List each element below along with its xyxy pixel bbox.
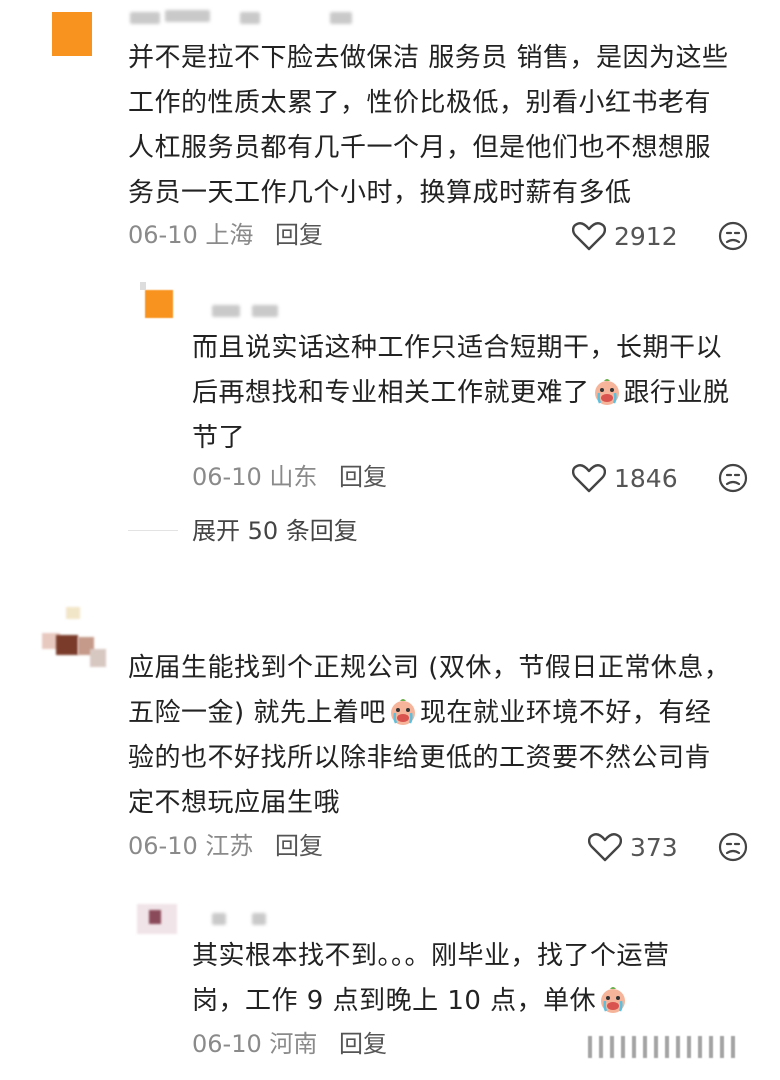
crying-emoji-icon [594, 379, 619, 405]
comment-location: 上海 [205, 221, 254, 249]
username[interactable] [130, 12, 160, 24]
comment-location: 山东 [269, 463, 318, 491]
like-count: 373 [630, 832, 678, 862]
comment-segment: 现在就业环境不好，有经 [419, 698, 712, 728]
username[interactable] [165, 10, 210, 22]
comment-line: 验的也不好找所以除非给更低的工资要不然公司肯 [128, 743, 712, 773]
crying-emoji-icon [601, 987, 626, 1013]
like-count: 2912 [614, 221, 678, 251]
comment-meta: 06-10 上海 回复 [128, 218, 323, 252]
avatar[interactable] [38, 8, 100, 58]
comment-line: 后再想找和专业相关工作就更难了 跟行业脱 [192, 371, 762, 416]
like-button[interactable]: 373 [588, 827, 678, 867]
comment-line: 人杠服务员都有几千一个月，但是他们也不想想服 [128, 133, 712, 163]
username[interactable] [212, 305, 240, 317]
comment-segment: 岗，工作 9 点到晚上 10 点，单休 [192, 986, 597, 1016]
comment-line: 并不是拉不下脸去做保洁 服务员 销售，是因为这些 [128, 43, 729, 73]
watermark [588, 1030, 748, 1062]
reply-button[interactable]: 回复 [275, 832, 323, 860]
comment-date: 06-10 [192, 463, 262, 491]
comment-location: 河南 [269, 1030, 318, 1058]
heart-outline-icon [572, 222, 606, 251]
comment-line: 五险一金) 就先上着吧 现在就业环境不好，有经 [128, 691, 768, 736]
username[interactable] [330, 12, 352, 24]
avatar[interactable] [135, 896, 185, 940]
like-button[interactable]: 1846 [572, 458, 678, 498]
comment-line: 而且说实话这种工作只适合短期干，长期干以 [192, 333, 723, 363]
unhappy-face-icon[interactable] [718, 463, 748, 493]
comment-text: 而且说实话这种工作只适合短期干，长期干以 后再想找和专业相关工作就更难了 跟行业脱… [192, 326, 762, 461]
avatar[interactable] [135, 280, 185, 324]
comment-location: 江苏 [205, 832, 254, 860]
comment-meta: 06-10 山东 回复 [192, 460, 387, 494]
comment-line: 节了 [192, 423, 246, 453]
unhappy-face-icon[interactable] [718, 221, 748, 251]
heart-outline-icon [588, 833, 622, 862]
username[interactable] [252, 913, 266, 925]
comment-line: 岗，工作 9 点到晚上 10 点，单休 [192, 979, 762, 1024]
comment-line: 定不想玩应届生哦 [128, 788, 341, 818]
crying-emoji-icon [390, 699, 415, 725]
reply-button[interactable]: 回复 [275, 221, 323, 249]
comment-meta: 06-10 河南 回复 [192, 1027, 387, 1061]
comment-text: 应届生能找到个正规公司 (双休，节假日正常休息， 五险一金) 就先上着吧 现在就业… [128, 646, 768, 826]
unhappy-face-icon[interactable] [718, 832, 748, 862]
reply-button[interactable]: 回复 [339, 1030, 387, 1058]
reply-button[interactable]: 回复 [339, 463, 387, 491]
comment-line: 其实根本找不到。。。刚毕业，找了个运营 [192, 941, 670, 971]
like-button[interactable]: 2912 [572, 216, 678, 256]
comment-line: 务员一天工作几个小时，换算成时薪有多低 [128, 178, 632, 208]
username[interactable] [212, 913, 226, 925]
username[interactable] [252, 305, 278, 317]
expand-divider [128, 530, 178, 531]
comment-meta: 06-10 江苏 回复 [128, 829, 323, 863]
comment-date: 06-10 [128, 832, 198, 860]
comment-segment: 跟行业脱 [623, 378, 730, 408]
comment-line: 工作的性质太累了，性价比极低，别看小红书老有 [128, 88, 712, 118]
avatar[interactable] [38, 605, 108, 675]
comment-line: 应届生能找到个正规公司 (双休，节假日正常休息， [128, 653, 731, 683]
comment-date: 06-10 [128, 221, 198, 249]
comment-segment: 后再想找和专业相关工作就更难了 [192, 378, 590, 408]
username[interactable] [240, 12, 260, 24]
comment-text: 其实根本找不到。。。刚毕业，找了个运营 岗，工作 9 点到晚上 10 点，单休 [192, 934, 762, 1024]
expand-replies-button[interactable]: 展开 50 条回复 [192, 514, 358, 548]
comment-date: 06-10 [192, 1030, 262, 1058]
comment-text: 并不是拉不下脸去做保洁 服务员 销售，是因为这些 工作的性质太累了，性价比极低，… [128, 36, 768, 216]
comment-segment: 五险一金) 就先上着吧 [128, 698, 386, 728]
heart-outline-icon [572, 464, 606, 493]
like-count: 1846 [614, 463, 678, 493]
